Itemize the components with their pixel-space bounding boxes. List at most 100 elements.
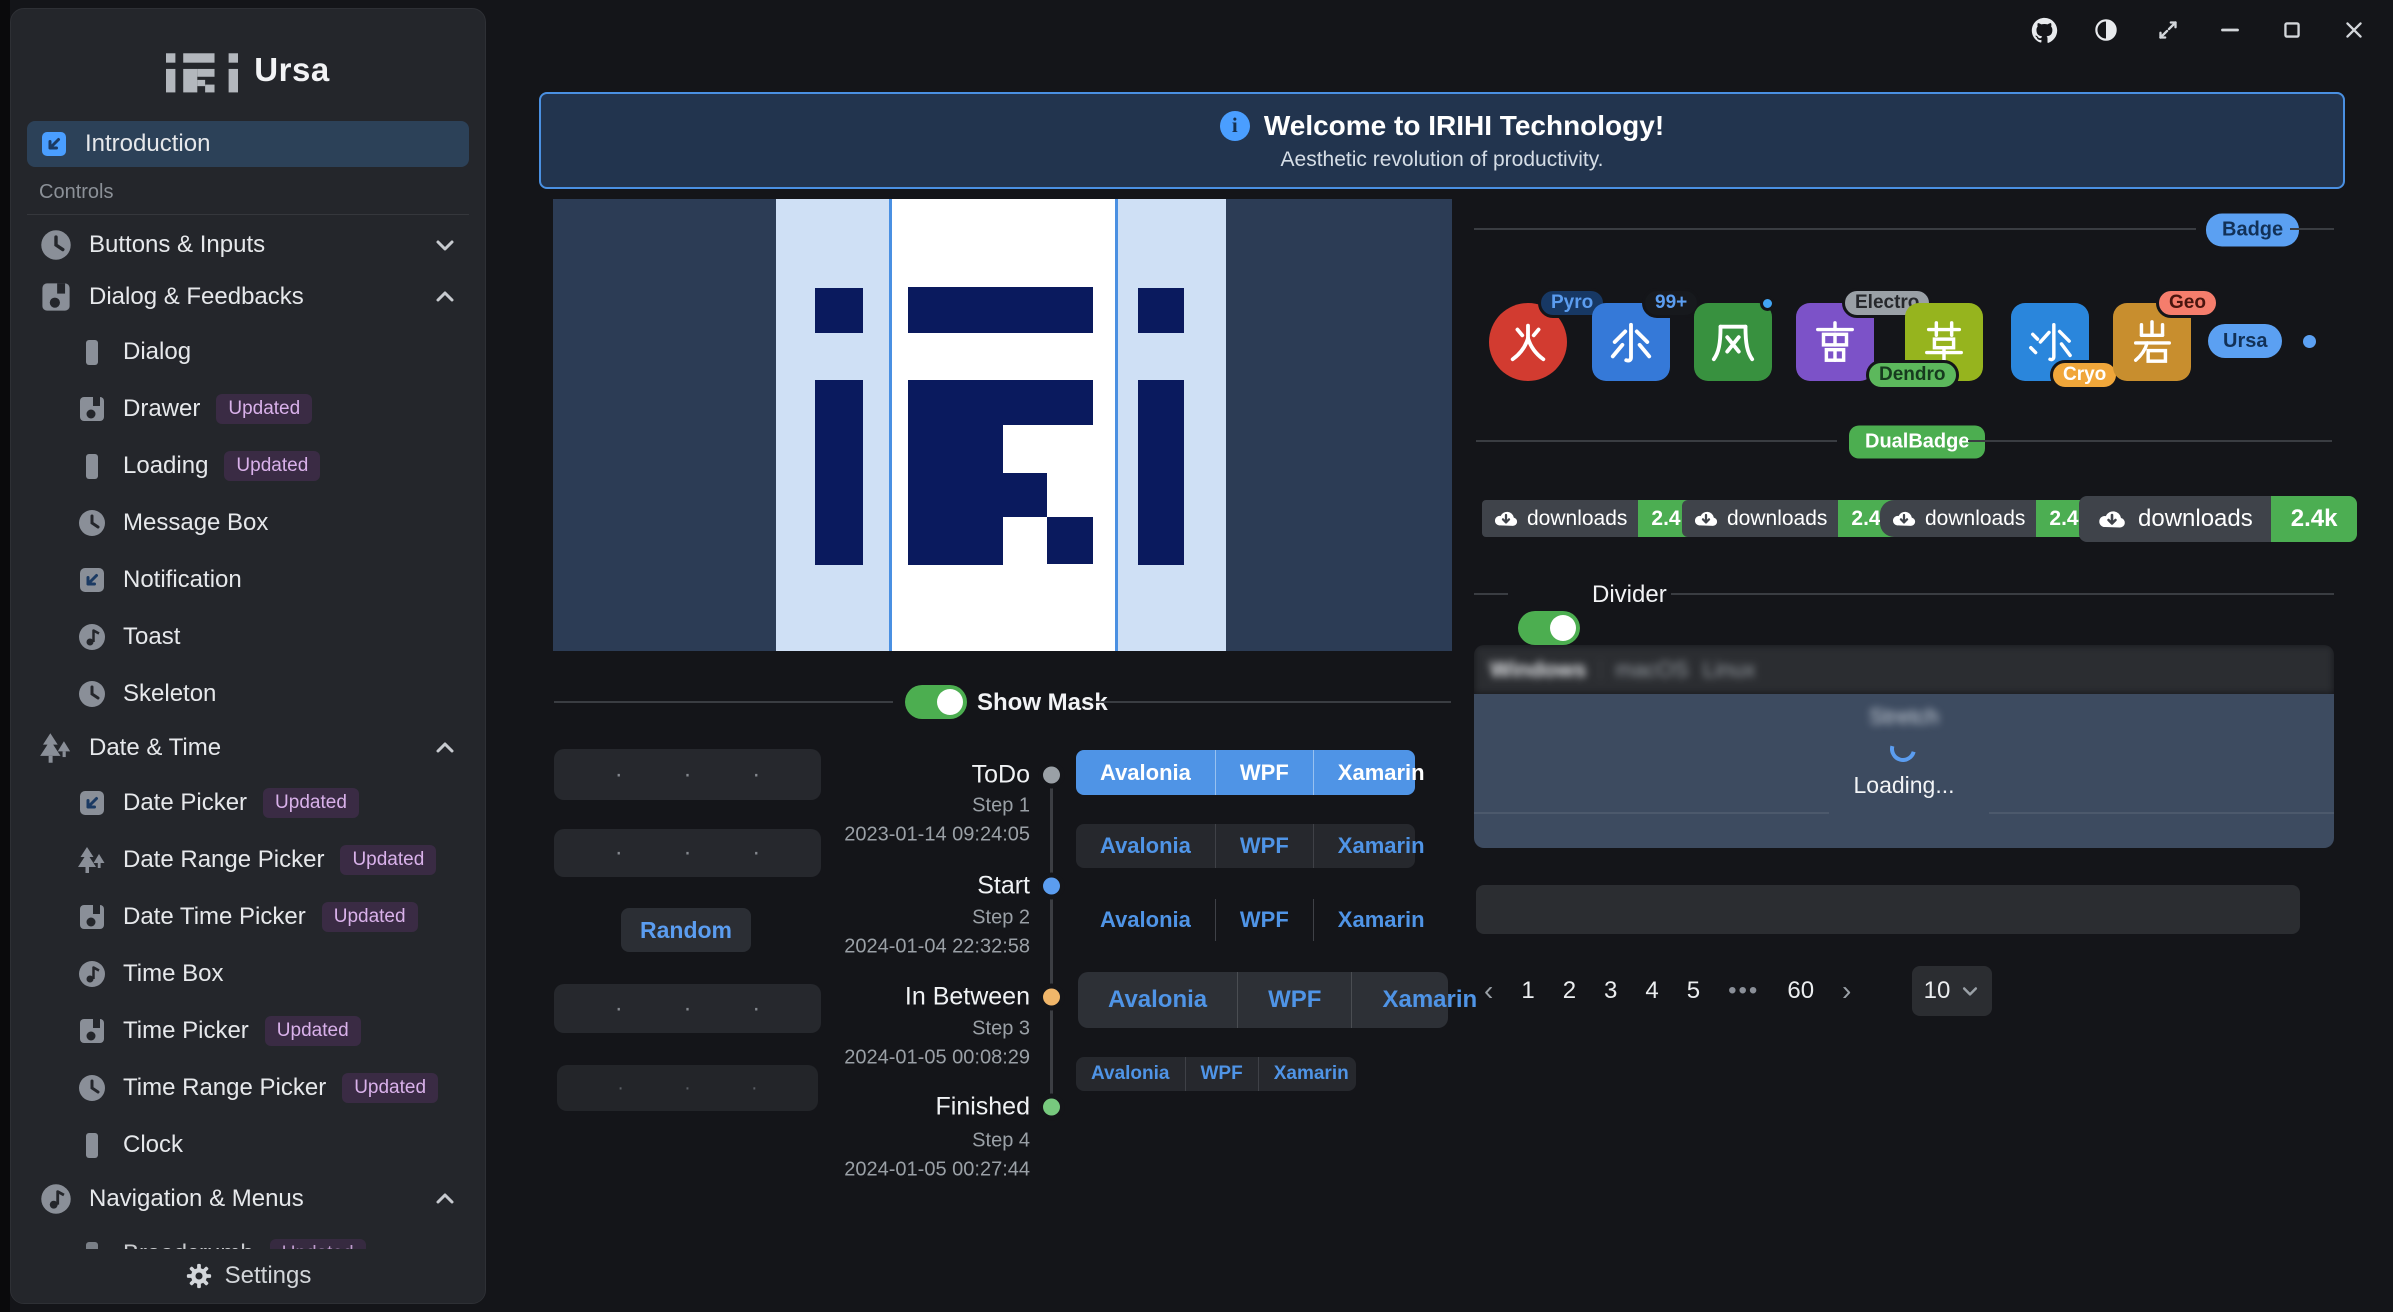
- wpf-button[interactable]: WPF: [1215, 899, 1313, 941]
- page-button-4[interactable]: 4: [1645, 977, 1658, 1005]
- divider-toggle[interactable]: [1518, 611, 1580, 645]
- app-window: Ursa Introduction Controls Buttons & Inp…: [0, 0, 2393, 1312]
- sidebar-item-date-picker[interactable]: Date Picker Updated: [27, 774, 469, 831]
- wind-glyph-icon: [1710, 319, 1756, 365]
- time-box-input[interactable]: ···: [554, 829, 821, 877]
- tab-macos[interactable]: macOS: [1615, 657, 1688, 683]
- avalonia-button[interactable]: Avalonia: [1076, 1057, 1185, 1091]
- divider-line: [1096, 701, 1451, 703]
- prev-page-button[interactable]: ‹: [1484, 975, 1493, 1007]
- dendro-badge: Dendro: [1866, 360, 1959, 390]
- sidebar-item-time-picker[interactable]: Time Picker Updated: [27, 1002, 469, 1059]
- sidebar-item-loading[interactable]: Loading Updated: [27, 437, 469, 494]
- sidebar-group-dialog-feedbacks[interactable]: Dialog & Feedbacks: [27, 271, 469, 323]
- trees-icon: [39, 731, 73, 765]
- sidebar-item-skeleton[interactable]: Skeleton: [27, 665, 469, 722]
- expand-icon[interactable]: [2145, 10, 2191, 50]
- sidebar-item-message-box[interactable]: Message Box: [27, 494, 469, 551]
- rock-glyph-icon: [2129, 319, 2175, 365]
- downloads-badge: downloads 2.4k: [1880, 500, 2103, 537]
- page-button-2[interactable]: 2: [1563, 977, 1576, 1005]
- welcome-banner: i Welcome to IRIHI Technology! Aesthetic…: [539, 92, 2345, 189]
- random-button[interactable]: Random: [621, 908, 751, 952]
- sidebar-item-label: Clock: [123, 1131, 183, 1159]
- app-logo: Ursa: [11, 43, 485, 97]
- cloud-download-icon: [1493, 508, 1519, 529]
- button-group-solid: Avalonia WPF Xamarin: [1076, 750, 1415, 795]
- sidebar-group-date-time[interactable]: Date & Time: [27, 722, 469, 774]
- xamarin-button[interactable]: Xamarin: [1313, 899, 1449, 941]
- sidebar-item-label: Date Time Picker: [123, 903, 306, 931]
- sidebar-item-label: Introduction: [85, 130, 210, 158]
- theme-toggle-icon[interactable]: [2083, 10, 2129, 50]
- step-dot-todo: [1043, 767, 1060, 784]
- cloud-download-icon: [1891, 508, 1917, 529]
- sidebar-item-label: Notification: [123, 566, 242, 594]
- app-title: Ursa: [254, 51, 329, 89]
- count-badge: 99+: [1642, 288, 1700, 318]
- sidebar-item-notification[interactable]: Notification: [27, 551, 469, 608]
- avalonia-button[interactable]: Avalonia: [1076, 824, 1215, 868]
- step-time: 2024-01-04 22:32:58: [844, 936, 1030, 959]
- sidebar-item-label: Time Picker: [123, 1017, 249, 1045]
- time-box-input[interactable]: ···: [554, 984, 821, 1033]
- updated-badge: Updated: [322, 902, 418, 932]
- sidebar-item-label: Navigation & Menus: [89, 1185, 304, 1213]
- battery-icon: [77, 337, 107, 367]
- time-box-input[interactable]: ···: [554, 749, 821, 800]
- avalonia-button[interactable]: Avalonia: [1078, 972, 1237, 1028]
- page-button-3[interactable]: 3: [1604, 977, 1617, 1005]
- page-size-select[interactable]: 10: [1912, 966, 1992, 1016]
- show-mask-toggle[interactable]: [905, 685, 967, 719]
- wpf-button[interactable]: WPF: [1215, 824, 1313, 868]
- cloud-download-icon: [1693, 508, 1719, 529]
- divider-line: [1476, 440, 1837, 442]
- sidebar-group-navigation-menus[interactable]: Navigation & Menus: [27, 1173, 469, 1225]
- sidebar-item-dialog[interactable]: Dialog: [27, 323, 469, 380]
- sidebar-item-clock[interactable]: Clock: [27, 1116, 469, 1173]
- sidebar-item-label: Time Box: [123, 960, 223, 988]
- sidebar-item-toast[interactable]: Toast: [27, 608, 469, 665]
- tab-windows[interactable]: Windows: [1490, 657, 1586, 683]
- xamarin-button[interactable]: Xamarin: [1313, 750, 1449, 795]
- settings-button[interactable]: Settings: [11, 1249, 485, 1303]
- close-icon[interactable]: [2331, 10, 2377, 50]
- fire-glyph-icon: [1505, 319, 1551, 365]
- page-button-1[interactable]: 1: [1521, 977, 1534, 1005]
- avalonia-button[interactable]: Avalonia: [1076, 899, 1215, 941]
- xamarin-button[interactable]: Xamarin: [1258, 1057, 1364, 1091]
- avalonia-button[interactable]: Avalonia: [1076, 750, 1215, 795]
- github-icon[interactable]: [2021, 10, 2067, 50]
- step-time: 2024-01-05 00:08:29: [844, 1047, 1030, 1070]
- settings-label: Settings: [225, 1262, 312, 1290]
- loading-text: Loading...: [1474, 772, 2334, 799]
- page-ellipsis[interactable]: •••: [1728, 977, 1759, 1005]
- wpf-button[interactable]: WPF: [1185, 1057, 1258, 1091]
- chevron-up-icon: [433, 1187, 457, 1211]
- next-page-button[interactable]: ›: [1842, 975, 1851, 1007]
- maximize-icon[interactable]: [2269, 10, 2315, 50]
- minimize-icon[interactable]: [2207, 10, 2253, 50]
- sidebar-item-drawer[interactable]: Drawer Updated: [27, 380, 469, 437]
- ice-glyph-icon: [2027, 319, 2073, 365]
- wpf-button[interactable]: WPF: [1215, 750, 1313, 795]
- sidebar-item-time-box[interactable]: Time Box: [27, 945, 469, 1002]
- water-glyph-icon: [1608, 319, 1654, 365]
- grass-glyph-icon: [1921, 319, 1967, 365]
- chevron-down-icon: [1960, 981, 1980, 1001]
- sidebar-item-date-time-picker[interactable]: Date Time Picker Updated: [27, 888, 469, 945]
- arrow-square-icon: [77, 788, 107, 818]
- wpf-button[interactable]: WPF: [1237, 972, 1351, 1028]
- xamarin-button[interactable]: Xamarin: [1313, 824, 1449, 868]
- sidebar-item-date-range-picker[interactable]: Date Range Picker Updated: [27, 831, 469, 888]
- updated-badge: Updated: [342, 1073, 438, 1103]
- sidebar-item-introduction[interactable]: Introduction: [27, 121, 469, 167]
- page-button-60[interactable]: 60: [1787, 977, 1814, 1005]
- page-button-5[interactable]: 5: [1687, 977, 1700, 1005]
- updated-badge: Updated: [216, 394, 312, 424]
- tab-linux[interactable]: Linux: [1703, 657, 1756, 683]
- floppy-icon: [39, 280, 73, 314]
- sidebar-group-buttons-inputs[interactable]: Buttons & Inputs: [27, 219, 469, 271]
- sidebar-item-time-range-picker[interactable]: Time Range Picker Updated: [27, 1059, 469, 1116]
- sidebar-item-label: Date Range Picker: [123, 846, 324, 874]
